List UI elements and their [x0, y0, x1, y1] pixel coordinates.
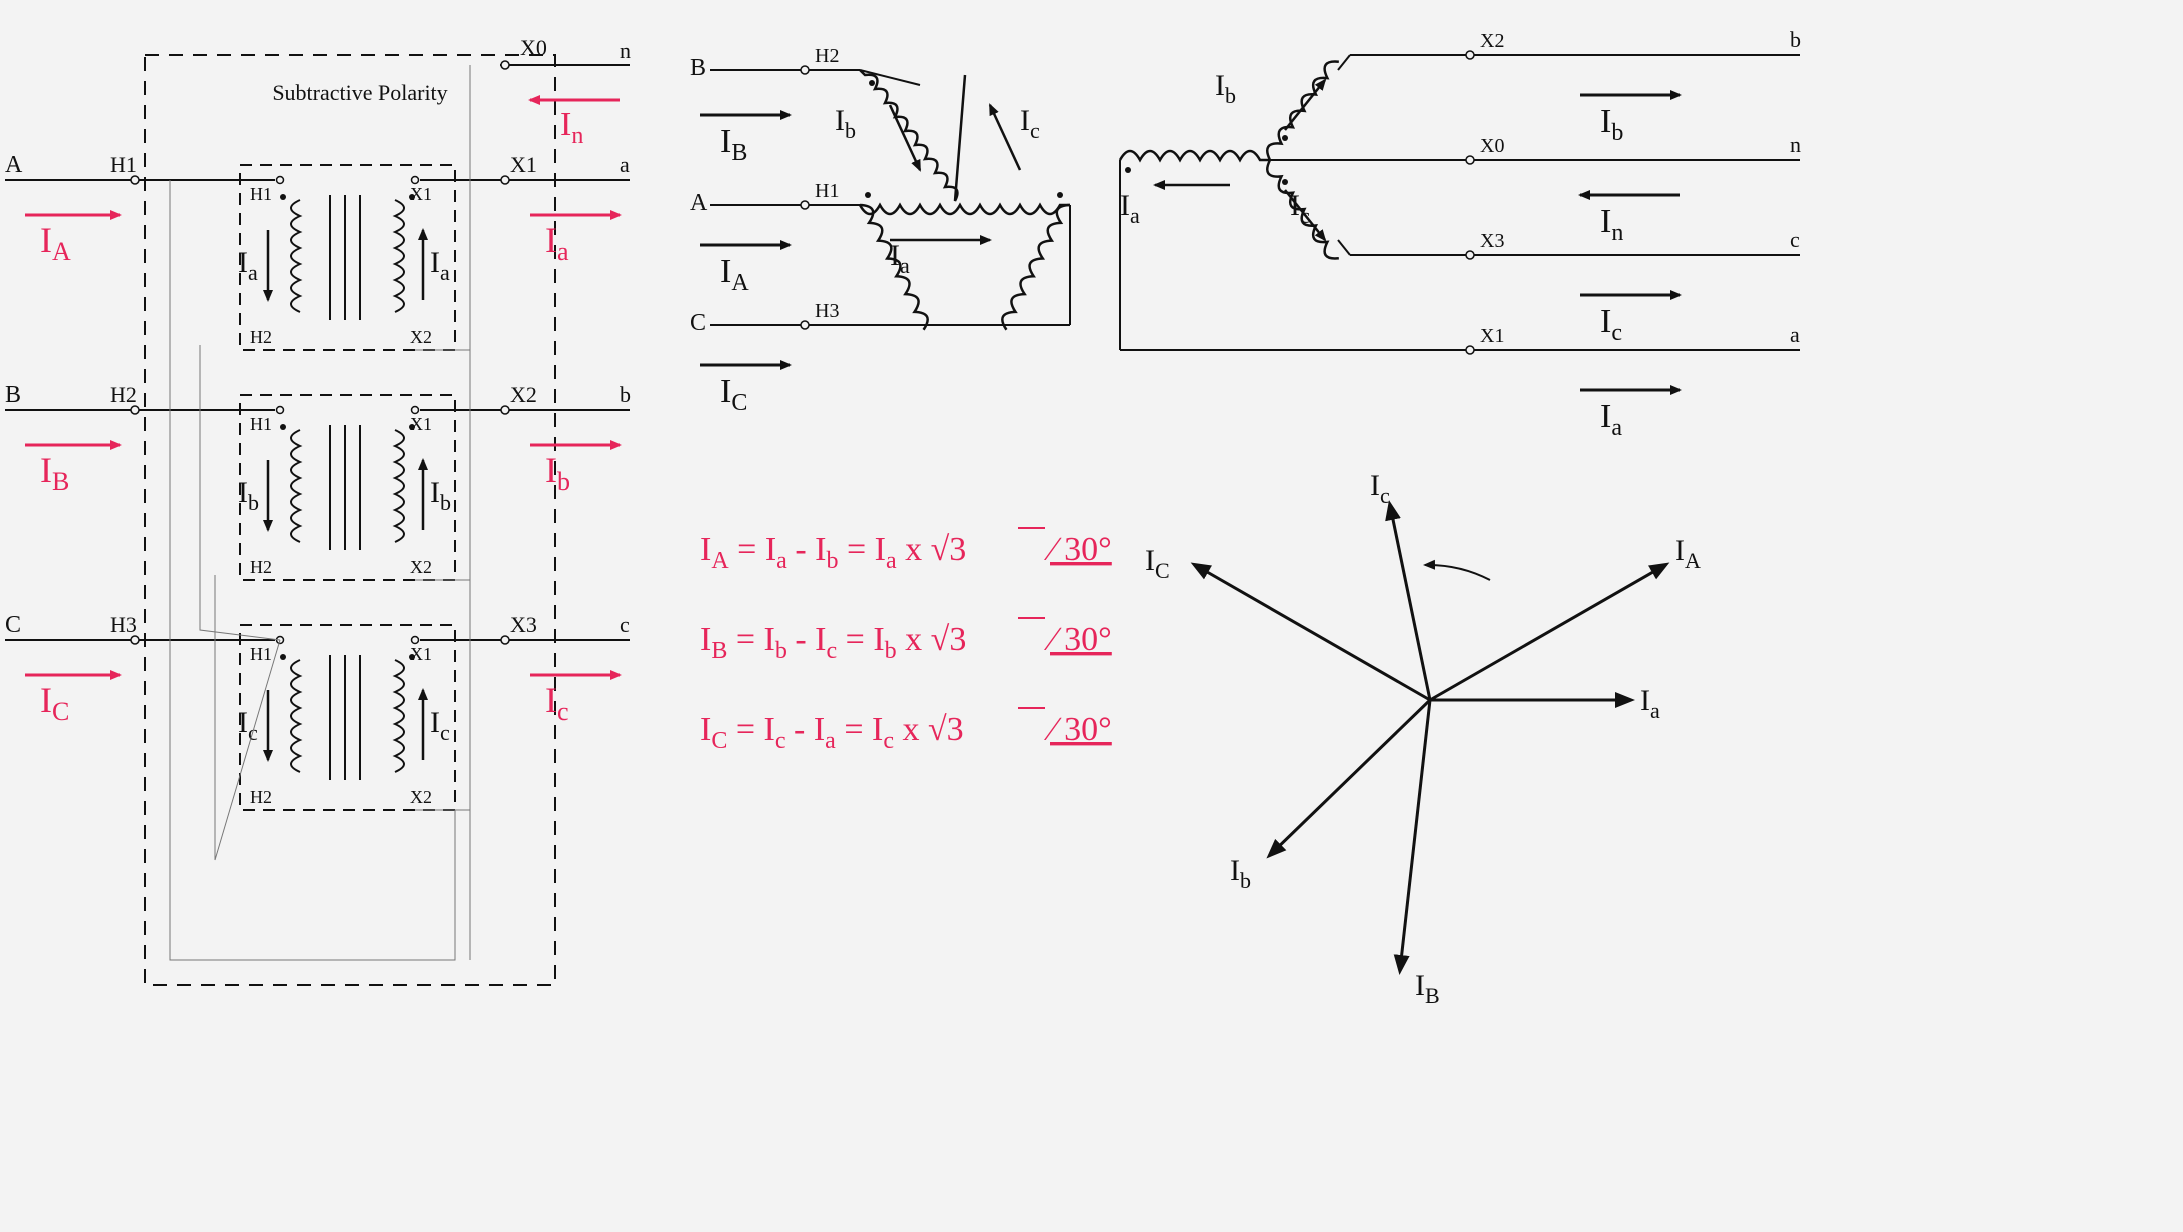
transformer-diagram: Subtractive Polarity X0 n In A H1 IA X1 …: [0, 0, 2183, 1232]
svg-text:b: b: [1790, 27, 1801, 52]
svg-text:Ib: Ib: [1215, 69, 1236, 108]
svg-text:Ia: Ia: [890, 239, 910, 278]
svg-text:Ic: Ic: [1600, 303, 1622, 346]
svg-text:H2: H2: [250, 557, 272, 577]
phase-a-label: A: [5, 152, 23, 178]
svg-text:B: B: [690, 55, 706, 81]
svg-text:H1: H1: [250, 184, 272, 204]
svg-text:Ia: Ia: [1640, 684, 1660, 723]
svg-text:Ic: Ic: [545, 680, 569, 726]
svg-text:X3: X3: [510, 612, 537, 637]
svg-text:b: b: [620, 382, 631, 407]
svg-text:X1: X1: [410, 184, 432, 204]
svg-text:a: a: [1790, 322, 1800, 347]
svg-text:IA: IA: [720, 253, 749, 296]
svg-text:Ia: Ia: [1120, 189, 1140, 228]
phase-a-current: IA: [40, 220, 71, 266]
svg-text:IB: IB: [1415, 969, 1440, 1008]
svg-text:c: c: [620, 612, 630, 637]
svg-text:X0: X0: [1480, 135, 1504, 157]
svg-text:C: C: [5, 612, 21, 638]
svg-text:H1: H1: [815, 180, 839, 202]
svg-text:H1: H1: [250, 644, 272, 664]
phase-a-ext-term: H1: [110, 152, 137, 177]
svg-text:IA = Ia - Ib = Ia x √3: IA = Ia - Ib = Ia x √3: [700, 531, 966, 574]
svg-text:∕ 30°: ∕ 30°: [1043, 531, 1112, 568]
svg-text:n: n: [1790, 132, 1801, 157]
svg-text:Ic: Ic: [1020, 104, 1040, 143]
svg-text:Ib: Ib: [835, 104, 856, 143]
svg-text:Ic: Ic: [1370, 469, 1390, 508]
unit-a: A H1 IA X1 a Ia H1 H2 X1 X2 Ia Ia: [5, 152, 630, 350]
svg-text:H2: H2: [815, 45, 839, 67]
delta-primary-sketch: B H2 IB A H1 IA C H3 IC: [690, 45, 1070, 416]
svg-text:C: C: [690, 310, 706, 336]
sec-a-current: Ia: [545, 220, 569, 266]
unit-c: C H3 IC X3 c Ic H1 H2 X1 X2 Ic Ic: [5, 612, 630, 810]
svg-text:IC: IC: [40, 680, 69, 726]
neutral-terminal: X0: [520, 35, 547, 60]
sec-a-line-label: a: [620, 152, 630, 177]
svg-text:In: In: [1600, 203, 1623, 246]
svg-text:Ia: Ia: [1600, 398, 1622, 441]
neutral-line-label: n: [620, 38, 631, 63]
svg-text:∕ 30°: ∕ 30°: [1043, 711, 1112, 748]
svg-text:X2: X2: [410, 787, 432, 807]
svg-text:IB: IB: [720, 123, 747, 166]
svg-text:IC: IC: [1145, 544, 1170, 583]
equations: IA = Ia - Ib = Ia x √3 ∕ 30° IB = Ib - I…: [700, 528, 1112, 754]
svg-text:∕ 30°: ∕ 30°: [1043, 621, 1112, 658]
sec-a-ext-term: X1: [510, 152, 537, 177]
svg-text:Ib: Ib: [430, 476, 451, 515]
svg-text:Ib: Ib: [1230, 854, 1251, 893]
svg-text:H2: H2: [250, 787, 272, 807]
unit-b: B H2 IB X2 b Ib H1 H2 X1 X2 Ib Ib: [5, 382, 631, 580]
svg-text:H2: H2: [110, 382, 137, 407]
svg-text:X2: X2: [1480, 30, 1504, 52]
svg-text:IB = Ib - Ic = Ib x √3: IB = Ib - Ic = Ib x √3: [700, 621, 966, 664]
svg-text:X1: X1: [410, 644, 432, 664]
svg-text:c: c: [1790, 227, 1800, 252]
phasor-diagram: Ia IA Ic IC Ib IB: [1145, 469, 1701, 1008]
svg-text:H2: H2: [250, 327, 272, 347]
svg-text:X1: X1: [1480, 325, 1504, 347]
svg-text:A: A: [690, 190, 708, 216]
svg-text:X2: X2: [510, 382, 537, 407]
svg-text:X1: X1: [410, 414, 432, 434]
svg-text:B: B: [5, 382, 21, 408]
svg-text:IC = Ic - Ia = Ic x √3: IC = Ic - Ia = Ic x √3: [700, 711, 964, 754]
svg-text:X2: X2: [410, 557, 432, 577]
polarity-note-l1: Subtractive Polarity: [272, 80, 447, 105]
svg-text:X2: X2: [410, 327, 432, 347]
outer-enclosure: [145, 55, 555, 985]
svg-text:Ib: Ib: [238, 476, 259, 515]
svg-text:IC: IC: [720, 373, 747, 416]
svg-text:Ib: Ib: [1600, 103, 1623, 146]
svg-text:IA: IA: [1675, 534, 1701, 573]
svg-text:H3: H3: [815, 300, 839, 322]
neutral-current: In: [560, 106, 583, 149]
svg-text:Ib: Ib: [545, 450, 570, 496]
svg-text:Ic: Ic: [430, 706, 450, 745]
svg-text:IB: IB: [40, 450, 69, 496]
svg-text:H1: H1: [250, 414, 272, 434]
svg-text:X3: X3: [1480, 230, 1504, 252]
svg-text:Ia: Ia: [430, 246, 450, 285]
wye-secondary-sketch: X0 n X2 b X3 c X1 a Ia Ib Ic Ib In Ic: [1120, 27, 1801, 441]
svg-text:H3: H3: [110, 612, 137, 637]
